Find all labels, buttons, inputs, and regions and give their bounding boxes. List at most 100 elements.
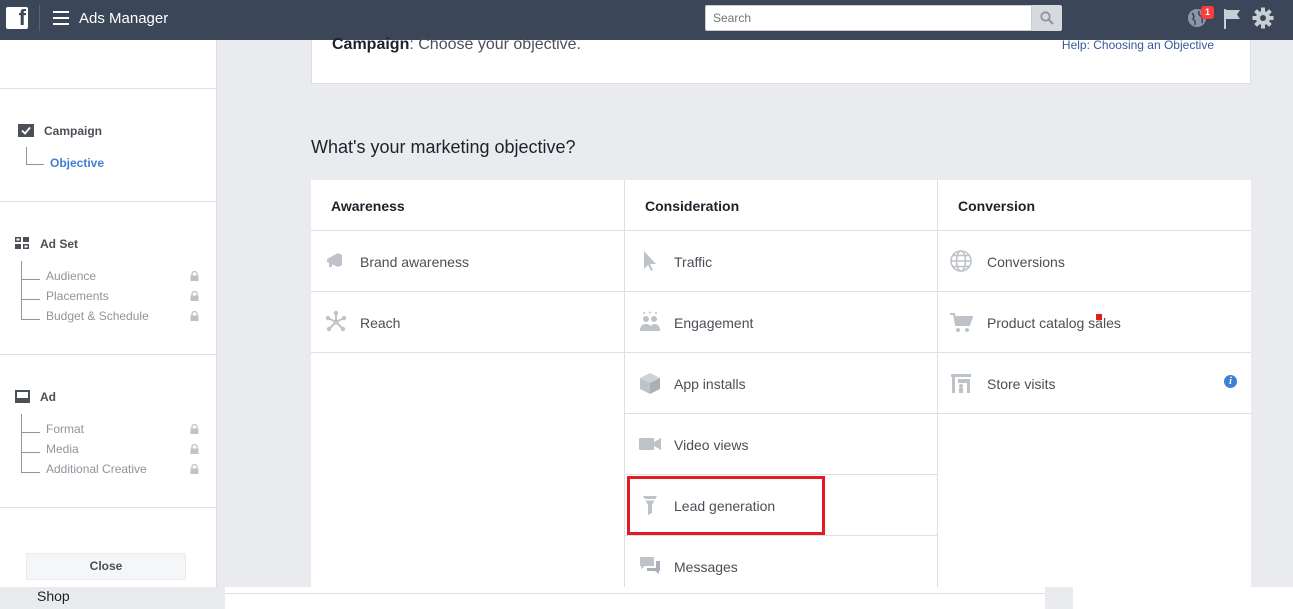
shopping-cart-icon [950, 313, 973, 332]
objective-brand-awareness[interactable]: Brand awareness [311, 231, 624, 292]
close-button[interactable]: Close [26, 553, 186, 580]
consideration-column-title: Consideration [645, 198, 740, 214]
campaign-header-card: Campaign: Choose your objective. Help: C… [311, 36, 1251, 84]
objective-label: Video views [674, 437, 749, 453]
campaign-objective-label: Campaign: Choose your objective. [332, 36, 581, 54]
bottom-strip [0, 587, 1293, 609]
funnel-icon [643, 496, 657, 515]
people-group-icon [640, 311, 660, 331]
objective-product-catalog-sales[interactable]: Product catalog sales [938, 292, 1251, 353]
help-choosing-objective-link[interactable]: Help: Choosing an Objective [1062, 38, 1214, 52]
tree-line [21, 299, 40, 300]
objective-reach[interactable]: Reach [311, 292, 624, 353]
objectives-grid: Awareness Brand awareness Reach Consider… [311, 180, 1251, 587]
lock-icon [190, 464, 199, 474]
objective-engagement[interactable]: Engagement [625, 292, 938, 353]
lock-icon [190, 424, 199, 434]
info-icon[interactable]: i [1224, 375, 1237, 388]
globe-icon [950, 250, 972, 272]
marketing-objective-heading: What's your marketing objective? [311, 137, 576, 157]
conversion-column-title: Conversion [958, 198, 1036, 214]
search-button[interactable] [1032, 5, 1062, 31]
objective-label: Reach [360, 315, 401, 331]
objective-lead-generation[interactable]: Lead generation [625, 475, 938, 536]
objective-store-visits[interactable]: Store visits i [938, 353, 1251, 414]
row-divider [311, 352, 624, 353]
awareness-column: Awareness Brand awareness Reach [311, 180, 624, 587]
consideration-column: Consideration Traffic Engagement App ins… [625, 180, 937, 587]
objective-label: Traffic [674, 254, 713, 270]
bottom-gray-left [0, 587, 225, 609]
tree-line [26, 164, 44, 165]
sidebar-item-additional-creative: Additional Creative [46, 462, 147, 476]
objective-app-installs[interactable]: App installs [625, 353, 938, 414]
objective-conversions[interactable]: Conversions [938, 231, 1251, 292]
campaign-label-bold: Campaign [332, 36, 410, 53]
objective-label: Conversions [987, 254, 1065, 270]
row-divider [938, 413, 1251, 414]
search-icon [1040, 11, 1054, 25]
objective-traffic[interactable]: Traffic [625, 231, 938, 292]
lock-icon [190, 311, 199, 321]
cursor-arrow-icon [644, 251, 656, 271]
objective-label: Engagement [674, 315, 754, 331]
lock-icon [190, 291, 199, 301]
facebook-logo-icon[interactable]: f [6, 5, 28, 30]
store-front-icon [951, 374, 971, 393]
ad-monitor-icon [15, 390, 30, 403]
bottom-gray-right [1045, 587, 1073, 609]
objective-label: Store visits [987, 376, 1056, 392]
tree-line [21, 452, 40, 453]
sidebar-item-objective[interactable]: Objective [50, 156, 104, 170]
lock-icon [190, 271, 199, 281]
campaign-checkbox-icon [18, 124, 34, 137]
objective-video-views[interactable]: Video views [625, 414, 938, 475]
reach-burst-icon [325, 310, 347, 332]
sidebar-campaign-heading[interactable]: Campaign [44, 124, 102, 138]
awareness-column-title: Awareness [331, 198, 405, 214]
sidebar-item-format: Format [46, 422, 85, 436]
sidebar-divider [0, 354, 216, 355]
ad-set-grid-icon [15, 237, 29, 249]
objective-label: Brand awareness [360, 254, 469, 270]
bottom-divider [225, 593, 1045, 594]
tree-line [21, 414, 22, 473]
tree-line [21, 279, 40, 280]
notification-badge: 1 [1201, 6, 1214, 19]
tree-line [21, 432, 40, 433]
sidebar-item-placements: Placements [46, 289, 109, 303]
tree-line [21, 261, 22, 320]
tree-line [21, 319, 40, 320]
sidebar-ad-heading[interactable]: Ad [40, 390, 56, 404]
shop-label[interactable]: Shop [37, 588, 70, 604]
cube-box-icon [640, 373, 660, 394]
sidebar-item-budget-schedule: Budget & Schedule [46, 309, 149, 323]
hamburger-menu-icon[interactable] [53, 11, 69, 25]
objective-label: Lead generation [674, 498, 776, 514]
tree-line [21, 472, 40, 473]
sidebar-divider [0, 201, 216, 202]
red-marker [1096, 314, 1102, 320]
video-camera-icon [639, 438, 661, 450]
objective-label: App installs [674, 376, 746, 392]
topbar-divider [39, 5, 40, 31]
tree-line [26, 147, 27, 165]
app-title[interactable]: Ads Manager [79, 10, 168, 27]
objective-label: Messages [674, 559, 738, 575]
top-navigation-bar: f Ads Manager 1 [0, 0, 1293, 40]
conversion-column: Conversion Conversions Product catalog s… [938, 180, 1251, 587]
left-sidebar: Campaign Objective Ad Set Audience Place… [0, 40, 217, 587]
chat-bubbles-icon [640, 557, 660, 574]
settings-gear-icon[interactable] [1252, 7, 1274, 29]
flag-icon[interactable] [1222, 8, 1242, 30]
logo-letter: f [18, 5, 26, 30]
search-input[interactable] [705, 5, 1032, 31]
megaphone-icon [327, 253, 342, 267]
sidebar-item-media: Media [46, 442, 79, 456]
lock-icon [190, 444, 199, 454]
sidebar-divider [0, 507, 216, 508]
sidebar-adset-heading[interactable]: Ad Set [40, 237, 78, 251]
sidebar-divider [0, 88, 216, 89]
campaign-label-rest: : Choose your objective. [409, 36, 581, 53]
sidebar-item-audience: Audience [46, 269, 97, 283]
